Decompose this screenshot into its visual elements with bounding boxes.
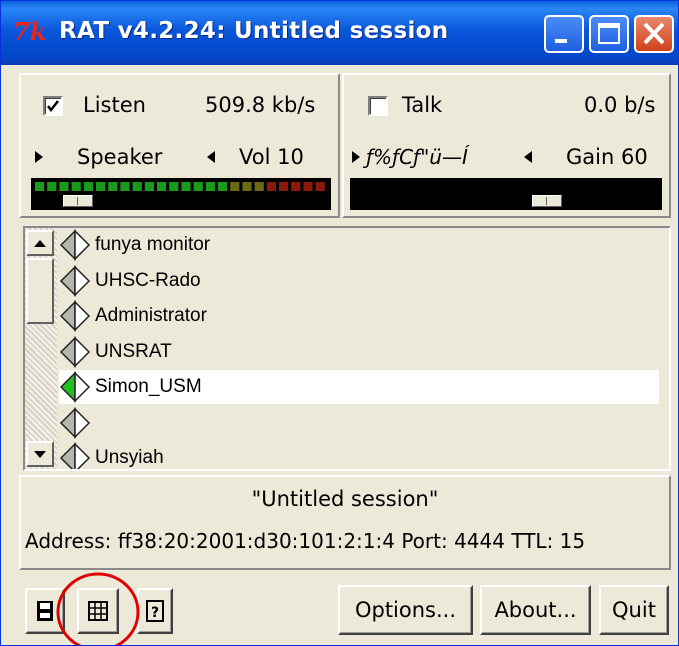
level-segment <box>35 182 45 191</box>
level-segment <box>181 182 191 191</box>
output-device-next-icon[interactable] <box>35 151 43 163</box>
participant-row[interactable]: UNSRAT <box>59 335 659 369</box>
window-title: RAT v4.2.24: Untitled session <box>59 18 449 44</box>
arrow-up-icon <box>34 240 46 247</box>
grid-button[interactable] <box>77 588 119 634</box>
listen-label: Listen <box>83 93 146 117</box>
participant-icon <box>59 264 91 297</box>
save-button[interactable] <box>25 588 65 634</box>
participant-name: UNSRAT <box>95 340 172 362</box>
volume-slider-handle[interactable] <box>63 195 93 207</box>
level-segment <box>279 182 289 191</box>
level-segment <box>71 182 81 191</box>
output-device[interactable]: Speaker <box>77 143 162 171</box>
rat-window: 7k RAT v4.2.24: Untitled session Listen … <box>0 0 679 646</box>
listen-checkbox[interactable] <box>43 96 63 116</box>
quit-label: Quit <box>612 598 656 622</box>
talk-checkbox[interactable] <box>368 96 388 116</box>
participant-name: funya monitor <box>95 234 211 255</box>
volume-label: Vol 10 <box>239 145 304 169</box>
level-segment <box>291 182 301 191</box>
arrow-down-icon <box>34 451 46 458</box>
participant-row[interactable]: Unsyiah <box>59 441 659 469</box>
participant-name: Unsyiah <box>95 447 164 468</box>
scrollbar-thumb[interactable] <box>26 258 54 324</box>
participant-name: UHSC-Rado <box>95 269 201 291</box>
participant-icon <box>59 442 91 469</box>
level-segment <box>83 182 93 191</box>
level-segment <box>169 182 179 191</box>
quit-button[interactable]: Quit <box>599 585 669 635</box>
level-segment <box>218 182 228 191</box>
participant-icon <box>59 300 91 332</box>
close-icon <box>643 22 665 45</box>
maximize-icon <box>598 23 620 44</box>
about-button[interactable]: About... <box>480 585 591 635</box>
active-speaker-icon <box>59 371 91 403</box>
level-segment <box>230 182 240 191</box>
participant-icon <box>59 229 91 261</box>
check-mark-icon <box>47 100 59 113</box>
participant-row[interactable]: Simon_USM <box>59 370 659 404</box>
level-segment <box>205 182 215 191</box>
level-segment <box>254 182 264 191</box>
participant-icon <box>59 406 91 439</box>
level-segment <box>266 182 276 191</box>
level-segment <box>242 182 252 191</box>
session-name: "Untitled session" <box>251 487 439 511</box>
participant-row[interactable]: funya monitor <box>59 228 659 262</box>
participant-row[interactable] <box>59 406 659 440</box>
help-button[interactable]: ? <box>137 588 173 634</box>
volume-decrease-icon[interactable] <box>207 151 215 163</box>
scroll-up-button[interactable] <box>26 230 54 256</box>
gain-label: Gain 60 <box>566 145 648 169</box>
participant-name: Administrator <box>95 305 207 326</box>
minimize-icon <box>555 39 567 43</box>
scrollbar[interactable] <box>25 228 57 469</box>
close-button[interactable] <box>634 15 674 53</box>
tk-app-icon: 7k <box>13 17 47 46</box>
input-device-next-icon[interactable] <box>352 151 360 163</box>
listen-rate: 509.8 kb/s <box>205 93 316 117</box>
talk-panel: Talk 0.0 b/s ƒ%ƒCƒ"ü—Í Gain 60 <box>342 73 671 218</box>
scroll-down-button[interactable] <box>26 441 54 467</box>
volume-meter[interactable] <box>31 178 331 210</box>
minimize-button[interactable] <box>544 15 584 53</box>
save-icon <box>37 601 53 621</box>
level-segment <box>132 182 142 191</box>
grid-icon <box>88 601 108 621</box>
gain-decrease-icon[interactable] <box>524 151 532 163</box>
level-segment <box>315 182 325 191</box>
participant-icon <box>59 335 91 368</box>
level-segment <box>193 182 203 191</box>
level-segment <box>144 182 154 191</box>
help-glyph: ? <box>151 605 159 621</box>
participant-row[interactable]: Administrator <box>59 299 659 333</box>
help-icon: ? <box>146 600 164 622</box>
participant-row[interactable]: UHSC-Rado <box>59 264 659 298</box>
level-segment <box>59 182 69 191</box>
talk-rate: 0.0 b/s <box>584 93 656 117</box>
listen-panel: Listen 509.8 kb/s Speaker Vol 10 <box>19 73 340 218</box>
participant-list[interactable]: funya monitor UHSC-Rado Administrator UNSRA… <box>23 226 671 471</box>
options-button[interactable]: Options... <box>338 585 473 635</box>
participant-name: Simon_USM <box>95 376 202 397</box>
session-panel: "Untitled session" Address: ff38:20:2001… <box>19 475 671 570</box>
maximize-button[interactable] <box>589 15 629 53</box>
level-segment <box>157 182 167 191</box>
level-segment <box>96 182 106 191</box>
options-label: Options... <box>354 598 457 622</box>
title-bar[interactable]: 7k RAT v4.2.24: Untitled session <box>1 1 678 65</box>
input-device[interactable]: ƒ%ƒCƒ"ü—Í <box>366 143 468 171</box>
level-segment <box>303 182 313 191</box>
session-address: Address: ff38:20:2001:d30:101:2:1:4 Port… <box>25 529 586 553</box>
level-segment <box>108 182 118 191</box>
about-label: About... <box>494 598 577 622</box>
level-segment <box>47 182 57 191</box>
talk-label: Talk <box>402 93 443 117</box>
gain-meter[interactable] <box>350 178 662 210</box>
level-segment <box>120 182 130 191</box>
gain-slider-handle[interactable] <box>532 195 562 207</box>
